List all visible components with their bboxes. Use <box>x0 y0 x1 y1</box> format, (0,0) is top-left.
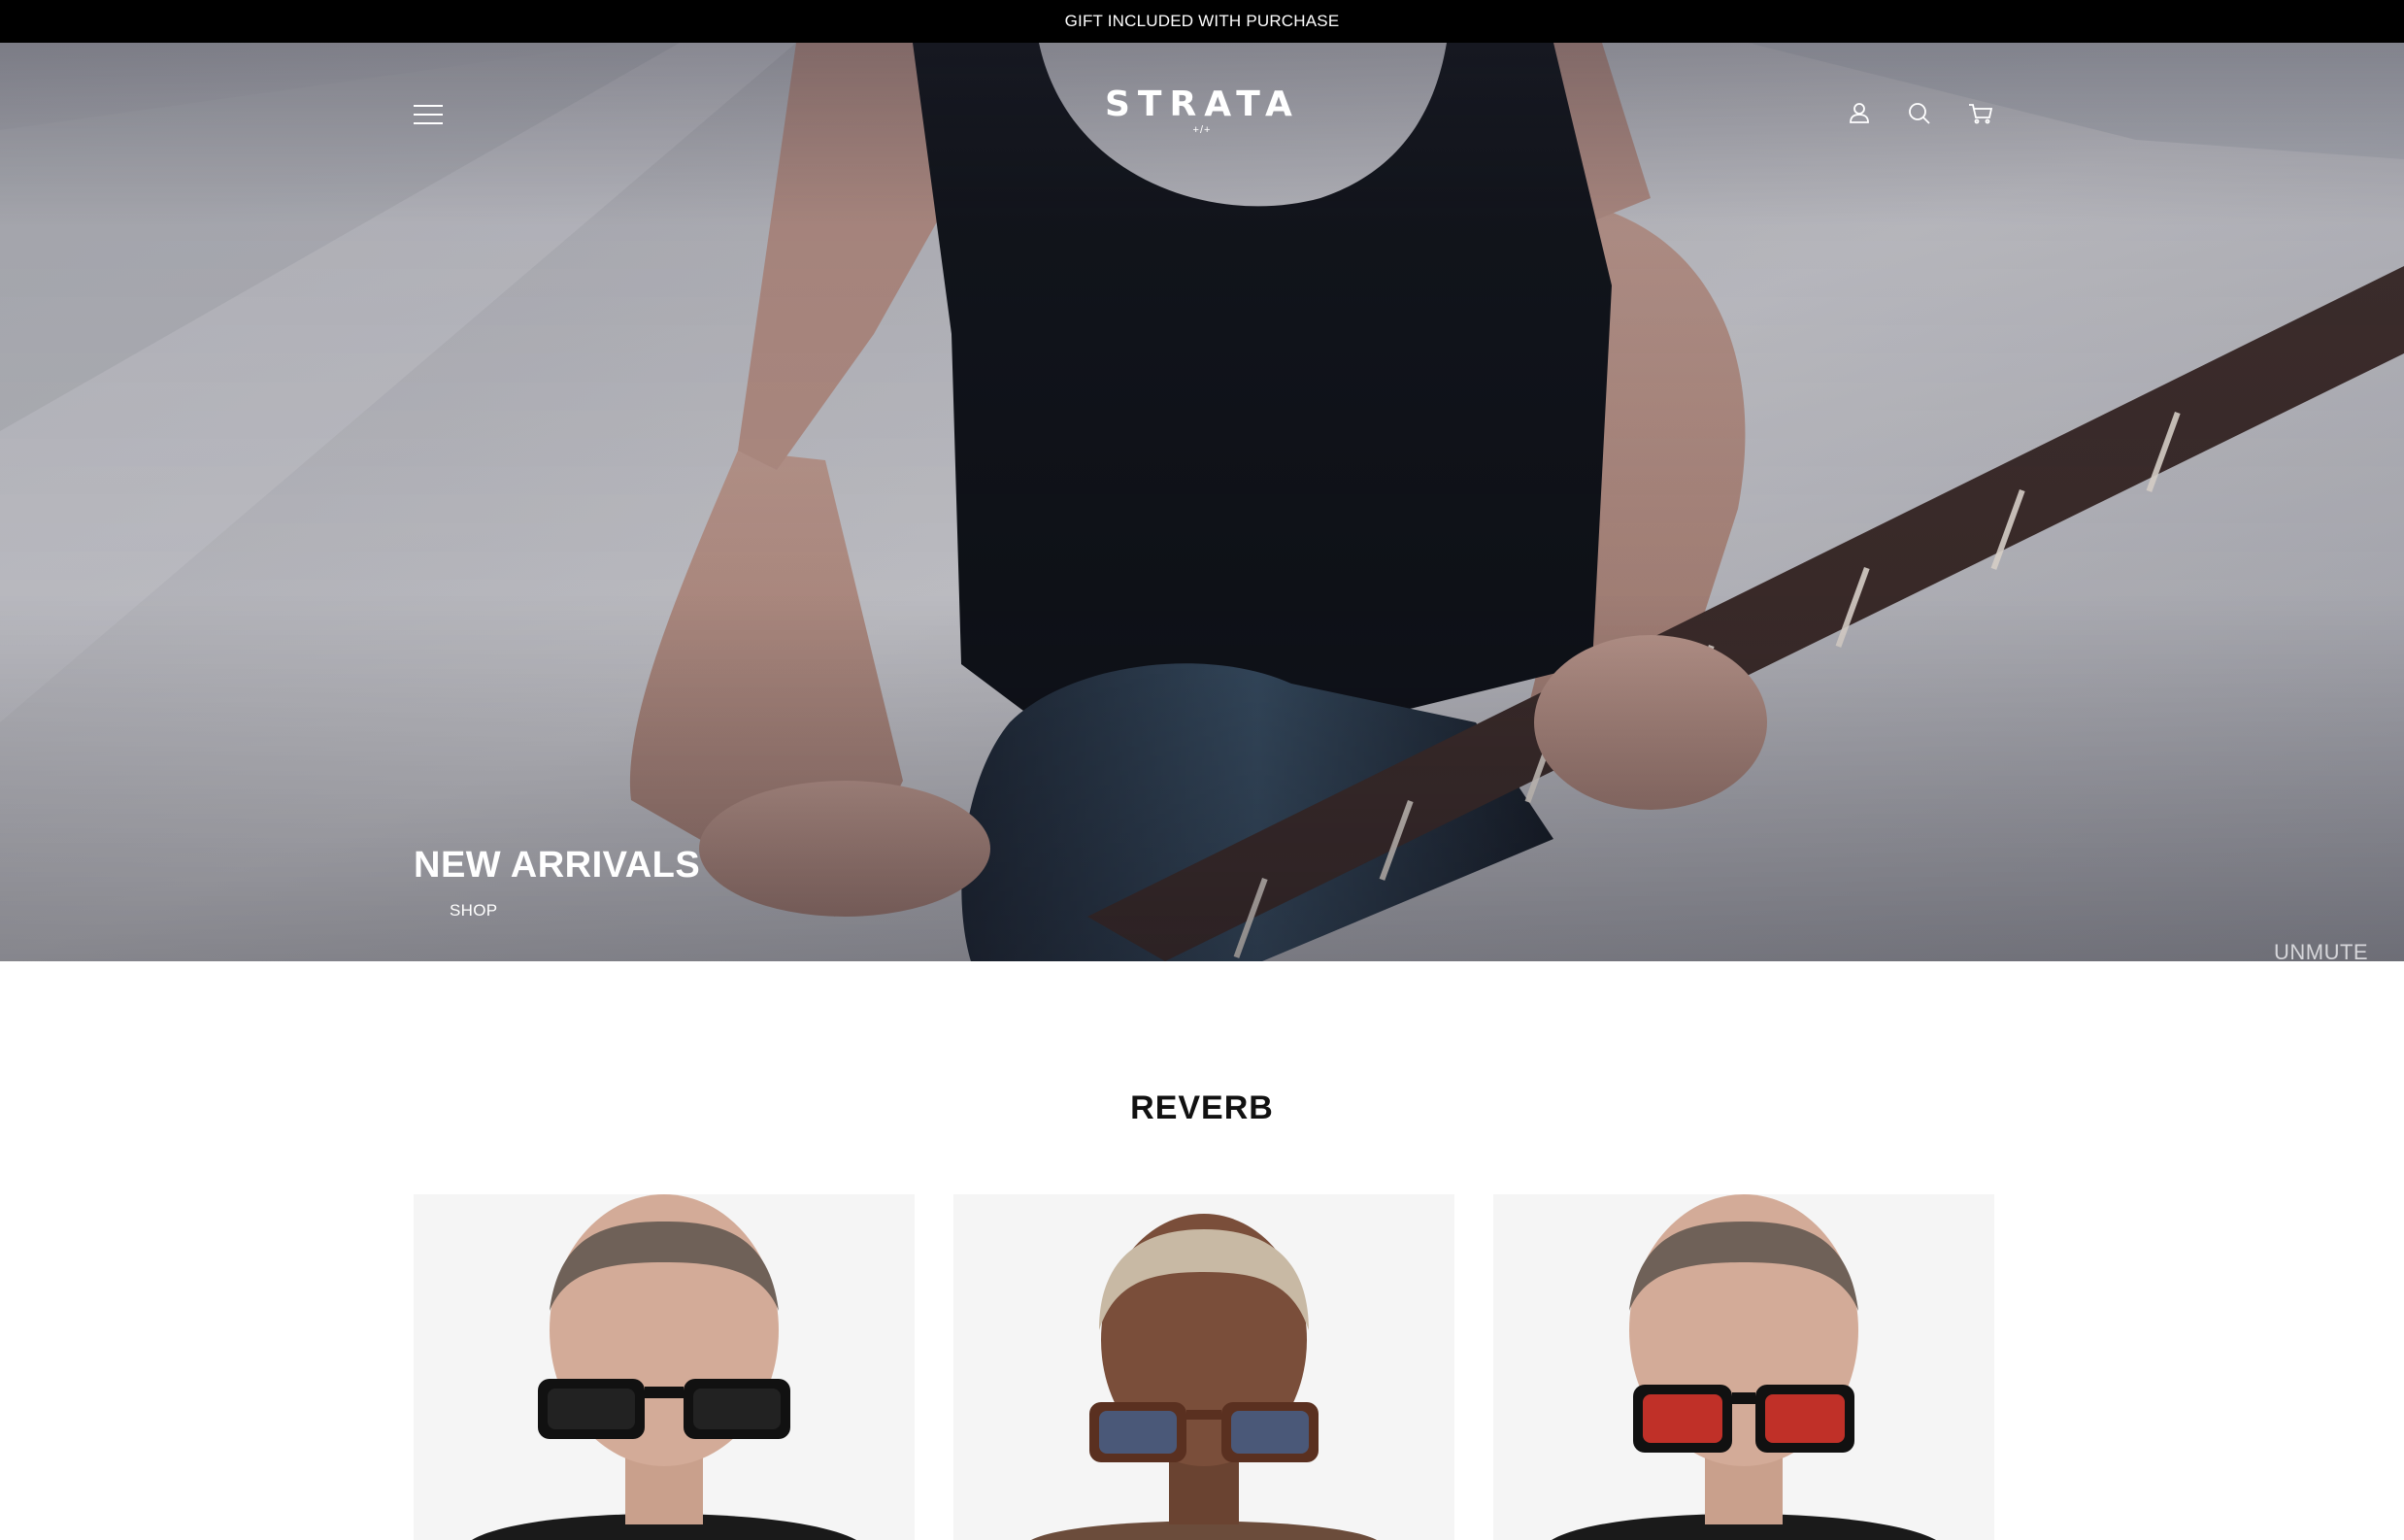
announcement-text: GIFT INCLUDED WITH PURCHASE <box>1064 12 1340 30</box>
product-card[interactable] <box>1493 1194 1994 1540</box>
logo-mark: +/+ <box>1192 124 1212 136</box>
product-card[interactable] <box>414 1194 915 1540</box>
cart-icon[interactable] <box>1966 99 1995 128</box>
hero-overlay <box>0 43 2404 961</box>
announcement-bar: GIFT INCLUDED WITH PURCHASE <box>0 0 2404 43</box>
product-card[interactable] <box>953 1194 1454 1540</box>
product-image <box>953 1194 1454 1540</box>
collection-title: REVERB <box>1130 1089 1274 1126</box>
menu-icon[interactable] <box>414 101 449 128</box>
account-icon[interactable] <box>1845 99 1874 128</box>
logo[interactable]: STRATA +/+ <box>1105 85 1299 144</box>
shop-link[interactable]: SHOP <box>450 901 497 921</box>
hero-video[interactable]: NEW ARRIVALS SHOP UNMUTE <box>0 43 2404 961</box>
hero-title: NEW ARRIVALS <box>414 845 701 886</box>
logo-text: STRATA <box>1105 84 1300 124</box>
product-image <box>1493 1194 1994 1540</box>
unmute-button[interactable]: UNMUTE <box>2274 940 2368 961</box>
search-icon[interactable] <box>1905 99 1934 128</box>
site-header: STRATA +/+ <box>0 43 2404 179</box>
product-image <box>414 1194 915 1540</box>
